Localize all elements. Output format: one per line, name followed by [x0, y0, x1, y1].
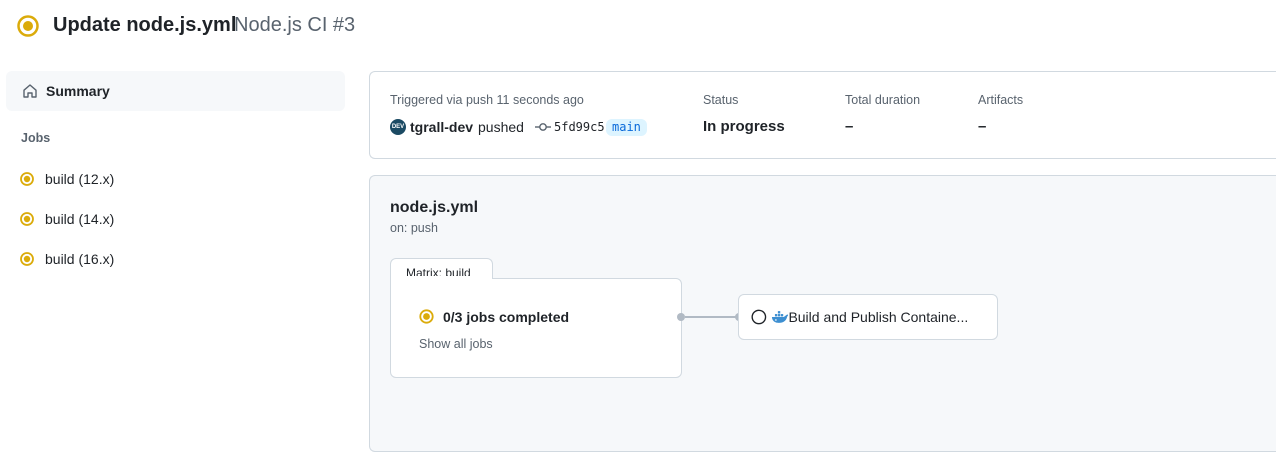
artifacts-label: Artifacts	[978, 93, 1024, 107]
queued-icon	[751, 309, 767, 325]
run-title: Update node.js.yml	[53, 14, 237, 36]
commit-icon	[535, 123, 551, 131]
in-progress-icon	[20, 212, 34, 226]
sidebar-summary-link[interactable]: Summary	[6, 71, 345, 111]
workflow-run-name[interactable]: Node.js CI #3	[234, 14, 355, 37]
avatar[interactable]: DEV	[390, 119, 406, 135]
sidebar-job-label: build (12.x)	[45, 171, 115, 187]
duration-value: –	[845, 118, 854, 135]
in-progress-icon	[20, 252, 34, 266]
trigger-info: Triggered via push 11 seconds ago	[390, 93, 584, 107]
sidebar-job-label: build (14.x)	[45, 211, 115, 227]
artifacts-value: –	[978, 118, 987, 135]
show-all-jobs-link[interactable]: Show all jobs	[419, 337, 493, 351]
job-node-label: Build and Publish Containe...	[788, 309, 969, 325]
run-summary-card	[369, 71, 1276, 159]
sidebar-job-build-14[interactable]: build (14.x)	[20, 205, 340, 233]
commit-sha-link[interactable]: 5fd99c5	[554, 120, 605, 134]
status-label: Status	[703, 93, 739, 107]
sidebar-job-label: build (16.x)	[45, 251, 115, 267]
actor-action: pushed	[478, 119, 524, 135]
duration-label: Total duration	[845, 93, 921, 107]
status-value: In progress	[703, 118, 785, 135]
home-icon	[23, 84, 37, 98]
workflow-trigger: on: push	[390, 221, 438, 235]
connector-dot	[677, 313, 685, 321]
in-progress-icon	[419, 309, 434, 324]
sidebar-job-build-16[interactable]: build (16.x)	[20, 245, 340, 273]
sidebar-job-build-12[interactable]: build (12.x)	[20, 165, 340, 193]
sidebar-summary-label: Summary	[46, 83, 110, 99]
matrix-group-box[interactable]	[390, 278, 682, 378]
jobs-heading: Jobs	[21, 131, 51, 145]
workflow-file-name: node.js.yml	[390, 199, 479, 216]
actor-link[interactable]: tgrall-dev	[410, 119, 473, 135]
in-progress-icon	[17, 15, 39, 37]
branch-badge[interactable]: main	[606, 119, 647, 136]
matrix-progress: 0/3 jobs completed	[443, 309, 570, 325]
job-node-build-publish[interactable]: Build and Publish Containe...	[738, 294, 998, 340]
connector-line	[685, 316, 738, 318]
docker-whale-icon	[771, 311, 788, 323]
in-progress-icon	[20, 172, 34, 186]
